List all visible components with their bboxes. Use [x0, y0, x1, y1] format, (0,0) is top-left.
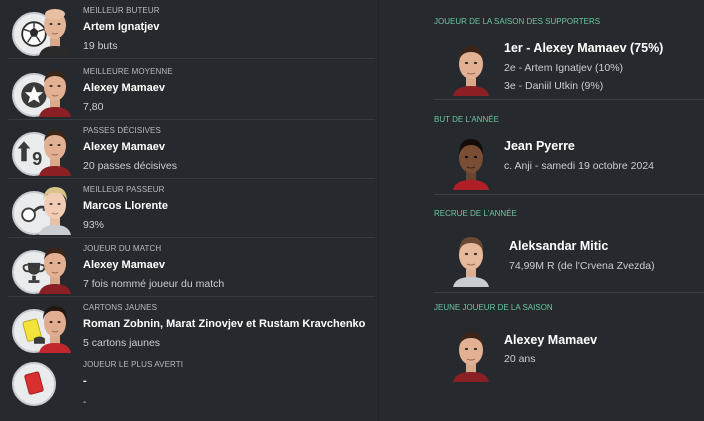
player-face-alexey-mamaev: [451, 326, 491, 382]
third-place[interactable]: 3e - Daniil Utkin (9%): [504, 80, 603, 92]
season-awards-panel: Joueur de la saison des supporters 1er -…: [378, 0, 704, 421]
red-card-icon: [12, 362, 56, 406]
young-player-of-season[interactable]: Jeune joueur de la saison Alexey Mamaev …: [379, 293, 704, 421]
award-category: Meilleur passeur: [83, 185, 165, 194]
winner-name[interactable]: Aleksandar Mitic: [509, 239, 608, 253]
section-category: But de l'année: [434, 115, 499, 124]
award-assists[interactable]: 9 Passes décisives Alexey Mamaev 20 pass…: [0, 120, 377, 179]
player-face-artem-ignatjev: [37, 4, 73, 56]
row-divider: [8, 58, 375, 59]
club-awards-list: Meilleur buteur Artem Ignatjev 19 buts M…: [0, 0, 377, 421]
section-category: Joueur de la saison des supporters: [434, 17, 601, 26]
award-best-rating[interactable]: Meilleure moyenne Alexey Mamaev 7,80: [0, 61, 377, 120]
winner-name[interactable]: 1er - Alexey Mamaev (75%): [504, 41, 663, 55]
award-category: Meilleure moyenne: [83, 67, 173, 76]
award-detail: 7 fois nommé joueur du match: [83, 278, 225, 290]
award-best-passer[interactable]: Meilleur passeur Marcos Llorente 93%: [0, 179, 377, 238]
signing-of-the-year[interactable]: Recrue de l'année Aleksandar Mitic 74,99…: [379, 195, 704, 293]
player-face-aleksandar-mitic: [451, 231, 491, 287]
award-player-name: -: [83, 375, 87, 387]
award-player-name[interactable]: Alexey Mamaev: [83, 82, 165, 94]
award-detail: 93%: [83, 219, 105, 231]
player-face-alexey-mamaev: [37, 65, 73, 117]
award-player-name[interactable]: Artem Ignatjev: [83, 21, 159, 33]
award-detail: 5 cartons jaunes: [83, 337, 161, 349]
award-player-name[interactable]: Marcos Llorente: [83, 200, 168, 212]
player-face-alexey-mamaev: [451, 40, 491, 96]
goal-of-the-year[interactable]: But de l'année Jean Pyerre c. Anji - sam…: [379, 100, 704, 195]
player-face-roman-zobnin: [37, 301, 73, 353]
award-detail: 20 passes décisives: [83, 160, 177, 172]
award-detail: 7,80: [83, 101, 104, 113]
award-category: Cartons jaunes: [83, 303, 158, 312]
award-detail: -: [83, 396, 87, 408]
goal-detail[interactable]: c. Anji - samedi 19 octobre 2024: [504, 160, 654, 172]
award-category: Passes décisives: [83, 126, 161, 135]
award-category: Joueur le plus averti: [83, 360, 184, 369]
award-most-booked[interactable]: Joueur le plus averti - -: [0, 356, 377, 421]
player-face-alexey-mamaev: [37, 124, 73, 176]
award-category: Meilleur buteur: [83, 6, 160, 15]
award-detail: 19 buts: [83, 40, 118, 52]
award-player-name[interactable]: Alexey Mamaev: [83, 259, 165, 271]
award-man-of-the-match[interactable]: Joueur du match Alexey Mamaev 7 fois nom…: [0, 238, 377, 297]
fans-player-of-season[interactable]: Joueur de la saison des supporters 1er -…: [379, 0, 704, 100]
transfer-detail[interactable]: 74,99M R (de l'Crvena Zvezda): [509, 260, 655, 272]
section-category: Jeune joueur de la saison: [434, 303, 553, 312]
player-face-marcos-llorente: [37, 183, 73, 235]
section-category: Recrue de l'année: [434, 209, 517, 218]
award-top-scorer[interactable]: Meilleur buteur Artem Ignatjev 19 buts: [0, 0, 377, 59]
player-age: 20 ans: [504, 353, 536, 365]
award-category: Joueur du match: [83, 244, 162, 253]
award-player-name[interactable]: Alexey Mamaev: [83, 141, 165, 153]
winner-name[interactable]: Jean Pyerre: [504, 139, 575, 153]
award-player-name[interactable]: Roman Zobnin, Marat Zinovjev et Rustam K…: [83, 318, 365, 330]
award-yellow-cards[interactable]: Cartons jaunes Roman Zobnin, Marat Zinov…: [0, 297, 377, 356]
second-place[interactable]: 2e - Artem Ignatjev (10%): [504, 62, 623, 74]
player-face-jean-pyerre: [451, 134, 491, 190]
player-face-alexey-mamaev: [37, 242, 73, 294]
winner-name[interactable]: Alexey Mamaev: [504, 333, 597, 347]
